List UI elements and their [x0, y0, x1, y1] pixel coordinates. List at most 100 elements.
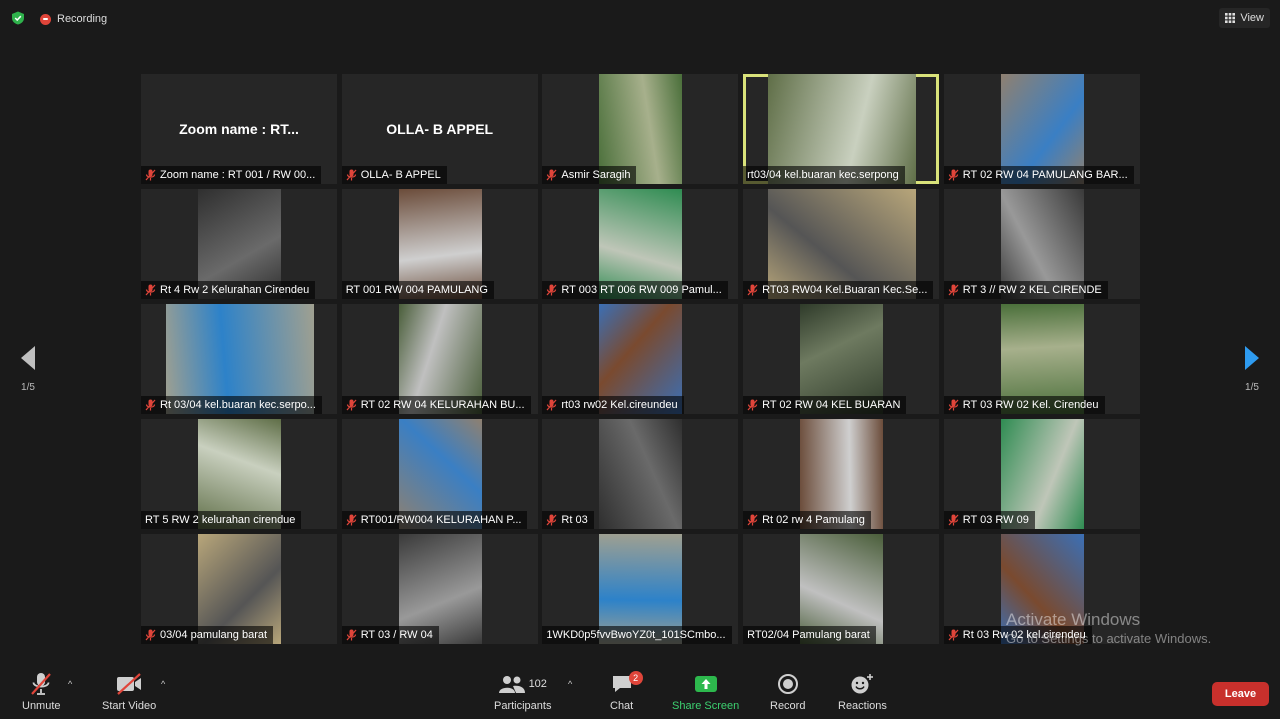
participant-tile[interactable]: RT 3 // RW 2 KEL CIRENDE: [943, 189, 1140, 299]
muted-microphone-icon: [546, 169, 557, 181]
start-video-label: Start Video: [102, 700, 157, 712]
participant-tile[interactable]: RT03 RW04 Kel.Buaran Kec.Se...: [743, 189, 940, 299]
record-button[interactable]: Record: [770, 671, 805, 712]
participant-name: RT 02 RW 04 KEL BUARAN: [762, 399, 901, 411]
unmute-button[interactable]: Unmute: [22, 671, 61, 712]
participant-tile[interactable]: RT 02 RW 04 KELURAHAN BU...: [341, 304, 538, 414]
participant-name-label: RT03 RW04 Kel.Buaran Kec.Se...: [743, 281, 934, 299]
muted-microphone-icon: [546, 399, 557, 411]
reactions-button[interactable]: Reactions: [838, 671, 887, 712]
participants-options-caret[interactable]: ^: [568, 679, 572, 689]
participant-tile[interactable]: RT 001 RW 004 PAMULANG: [341, 189, 538, 299]
view-label: View: [1240, 12, 1264, 24]
leave-button[interactable]: Leave: [1212, 682, 1269, 706]
muted-microphone-icon: [346, 399, 357, 411]
share-screen-button[interactable]: Share Screen: [672, 671, 739, 712]
participant-name-label: RT 03 / RW 04: [341, 626, 439, 644]
muted-microphone-icon: [346, 169, 357, 181]
watermark-title: Activate Windows: [1006, 610, 1141, 629]
watermark-subtitle: Go to Settings to activate Windows.: [1006, 631, 1212, 646]
muted-microphone-icon: [948, 629, 959, 641]
chat-badge: 2: [628, 671, 643, 685]
participant-name-label: rt03/04 kel.buaran kec.serpong: [743, 166, 905, 184]
participant-name: RT 03 / RW 04: [360, 629, 433, 641]
muted-microphone-icon: [145, 629, 156, 641]
shield-icon[interactable]: [11, 11, 25, 25]
meeting-toolbar: Unmute ^ Start Video ^ 102 Participants …: [0, 665, 1280, 719]
participant-name-label: Rt 03/04 kel.buaran kec.serpo...: [141, 396, 322, 414]
view-button[interactable]: View: [1219, 8, 1270, 28]
participant-tile[interactable]: 03/04 pamulang barat: [141, 534, 337, 644]
participant-name-label: RT001/RW004 KELURAHAN P...: [341, 511, 528, 529]
participant-name: RT 02 RW 04 KELURAHAN BU...: [360, 399, 525, 411]
chevron-right-icon[interactable]: [1244, 345, 1260, 371]
participant-name: rt03/04 kel.buaran kec.serpong: [747, 169, 899, 181]
participant-tile[interactable]: RT 003 RT 006 RW 009 Pamul...: [542, 189, 739, 299]
muted-microphone-icon: [747, 399, 758, 411]
muted-microphone-icon: [145, 169, 156, 181]
chat-button[interactable]: 2 Chat: [610, 671, 643, 712]
participant-name-label: RT 001 RW 004 PAMULANG: [341, 281, 494, 299]
participant-tile[interactable]: rt03 rw02 Kel.cireundeu: [542, 304, 739, 414]
participant-name-label: rt03 rw02 Kel.cireundeu: [542, 396, 684, 414]
participant-name-label: RT 02 RW 04 KELURAHAN BU...: [341, 396, 531, 414]
grid-icon: [1225, 13, 1236, 23]
recording-indicator[interactable]: Recording: [40, 10, 107, 28]
participant-name: Rt 02 rw 4 Pamulang: [762, 514, 865, 526]
participant-tile[interactable]: RT 02 RW 04 PAMULANG BAR...: [943, 74, 1140, 184]
participant-name: RT 5 RW 2 kelurahan cirendue: [145, 514, 296, 526]
participant-tile[interactable]: RT001/RW004 KELURAHAN P...: [341, 419, 538, 529]
participant-tile[interactable]: 1WKD0p5fvvBwoYZ0t_101SCmbo...: [542, 534, 739, 644]
next-page-nav[interactable]: 1/5: [1237, 345, 1267, 393]
participant-name: 1WKD0p5fvvBwoYZ0t_101SCmbo...: [546, 629, 726, 641]
participant-tile[interactable]: RT 03 RW 09: [943, 419, 1140, 529]
participants-icon: [498, 676, 525, 693]
participant-name-label: 1WKD0p5fvvBwoYZ0t_101SCmbo...: [542, 626, 732, 644]
muted-microphone-icon: [747, 514, 758, 526]
participant-tile[interactable]: Rt 02 rw 4 Pamulang: [743, 419, 940, 529]
page-indicator-left: 1/5: [21, 382, 35, 393]
video-gallery: Zoom name : RT... Zoom name : RT 001 / RW…: [141, 74, 1140, 644]
participant-tile[interactable]: RT 03 / RW 04: [341, 534, 538, 644]
participant-tile[interactable]: Rt 03: [542, 419, 739, 529]
prev-page-nav[interactable]: 1/5: [13, 345, 43, 393]
participant-video: [599, 419, 683, 529]
muted-microphone-icon: [747, 284, 758, 296]
participant-tile[interactable]: RT 03 RW 02 Kel. Cirendeu: [943, 304, 1140, 414]
participant-name-label: Rt 03: [542, 511, 594, 529]
participant-name: RT 02 RW 04 PAMULANG BAR...: [962, 169, 1128, 181]
participant-tile[interactable]: Asmir Saragih: [542, 74, 739, 184]
participant-tile[interactable]: rt03/04 kel.buaran kec.serpong: [743, 74, 940, 184]
participant-name-label: RT 03 RW 09: [943, 511, 1035, 529]
participant-tile[interactable]: RT 5 RW 2 kelurahan cirendue: [141, 419, 337, 529]
audio-options-caret[interactable]: ^: [68, 679, 72, 689]
participant-name-label: RT 5 RW 2 kelurahan cirendue: [141, 511, 302, 529]
participant-tile[interactable]: Rt 03/04 kel.buaran kec.serpo...: [141, 304, 337, 414]
video-options-caret[interactable]: ^: [161, 679, 165, 689]
participant-tile[interactable]: Zoom name : RT... Zoom name : RT 001 / RW…: [141, 74, 337, 184]
participant-name: RT 03 RW 02 Kel. Cirendeu: [962, 399, 1099, 411]
participant-name-label: RT 3 // RW 2 KEL CIRENDE: [943, 281, 1108, 299]
muted-microphone-icon: [546, 514, 557, 526]
participant-name-label: RT 02 RW 04 PAMULANG BAR...: [943, 166, 1134, 184]
participant-name-label: RT02/04 Pamulang barat: [743, 626, 876, 644]
muted-microphone-icon: [948, 514, 959, 526]
participant-name-label: RT 02 RW 04 KEL BUARAN: [743, 396, 907, 414]
participant-name: Rt 03: [561, 514, 588, 526]
muted-microphone-icon: [948, 284, 959, 296]
activate-windows-watermark: Activate Windows Go to Settings to activ…: [1006, 610, 1211, 646]
reactions-label: Reactions: [838, 700, 887, 712]
participant-tile[interactable]: RT02/04 Pamulang barat: [743, 534, 940, 644]
participant-tile[interactable]: RT 02 RW 04 KEL BUARAN: [743, 304, 940, 414]
muted-microphone-icon: [546, 284, 557, 296]
participants-button[interactable]: 102 Participants: [494, 671, 551, 712]
muted-microphone-icon: [346, 514, 357, 526]
share-screen-label: Share Screen: [672, 700, 740, 712]
participant-name-label: Zoom name : RT 001 / RW 00...: [141, 166, 322, 184]
participant-name: 03/04 pamulang barat: [160, 629, 268, 641]
chevron-left-icon[interactable]: [20, 345, 36, 371]
page-indicator-right: 1/5: [1245, 382, 1259, 393]
participant-tile[interactable]: OLLA- B APPEL OLLA- B APPEL: [341, 74, 538, 184]
start-video-button[interactable]: Start Video: [102, 671, 156, 712]
participant-tile[interactable]: Rt 4 Rw 2 Kelurahan Cirendeu: [141, 189, 337, 299]
